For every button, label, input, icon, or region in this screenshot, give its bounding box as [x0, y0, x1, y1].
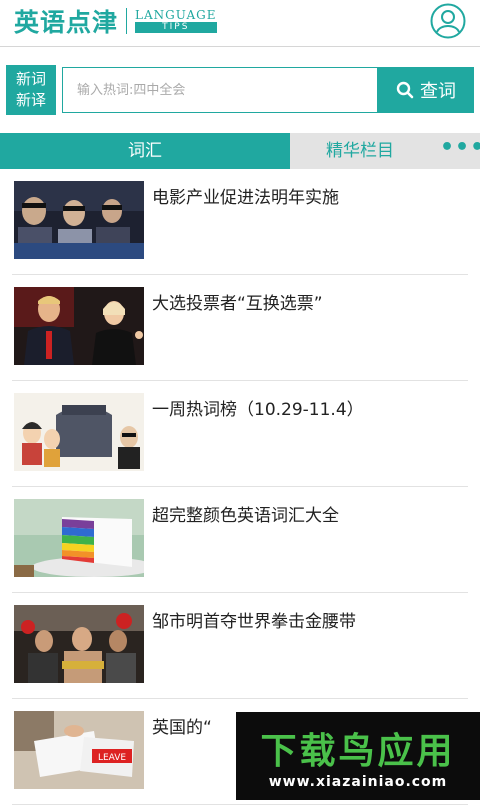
tab-featured[interactable]: 精华栏目: [290, 133, 430, 169]
article-title: 一周热词榜（10.29-11.4）: [152, 400, 364, 420]
app-header: 英语点津 LANGUAGE TIPS: [0, 0, 480, 47]
cartoon-illustration: [14, 393, 144, 471]
watermark-url: www.xiazainiao.com: [268, 774, 448, 790]
list-item[interactable]: 邹市明首夺世界拳击金腰带: [12, 593, 468, 699]
article-title: 英国的“: [152, 718, 212, 738]
article-title: 大选投票者“互换选票”: [152, 294, 323, 314]
search-button-label: 查词: [420, 81, 456, 102]
logo-en-line1: LANGUAGE: [135, 8, 217, 22]
new-words-tag[interactable]: 新词 新译: [6, 65, 56, 115]
tag-line1: 新词: [15, 70, 46, 88]
app-logo[interactable]: 英语点津 LANGUAGE TIPS: [14, 4, 217, 38]
cinema-audience-photo: [14, 181, 144, 259]
tab-vocabulary[interactable]: 词汇: [0, 133, 290, 169]
list-item[interactable]: 大选投票者“互换选票”: [12, 275, 468, 381]
boxing-champion-photo: [14, 605, 144, 683]
logo-cn-text: 英语点津: [14, 8, 119, 37]
more-icon[interactable]: •••: [440, 133, 480, 169]
search-bar: 新词 新译 查词: [6, 65, 474, 115]
tag-line2: 新译: [15, 91, 46, 109]
watermark-banner: 下载鸟应用 www.xiazainiao.com: [236, 712, 480, 800]
candidates-debate-photo: [14, 287, 144, 365]
leave-ballot-photo: LEAVE: [14, 711, 144, 789]
tab-bar: 词汇 精华栏目 •••: [0, 133, 480, 169]
logo-en-line2: TIPS: [135, 22, 217, 33]
list-item[interactable]: 一周热词榜（10.29-11.4）: [12, 381, 468, 487]
logo-divider: [126, 8, 128, 34]
list-item[interactable]: 电影产业促进法明年实施: [12, 169, 468, 275]
article-title: 电影产业促进法明年实施: [152, 188, 339, 208]
article-title: 超完整颜色英语词汇大全: [152, 506, 339, 526]
watermark-cn: 下载鸟应用: [260, 731, 456, 772]
user-avatar-icon[interactable]: [430, 3, 466, 39]
logo-en: LANGUAGE TIPS: [135, 8, 217, 33]
leave-sign-text: LEAVE: [98, 753, 126, 763]
search-button[interactable]: 查词: [378, 67, 474, 113]
article-title: 邹市明首夺世界拳击金腰带: [152, 612, 356, 632]
search-icon: [396, 81, 414, 99]
search-input-box: [62, 67, 378, 113]
list-item[interactable]: 超完整颜色英语词汇大全: [12, 487, 468, 593]
rainbow-cake-photo: [14, 499, 144, 577]
article-list: 电影产业促进法明年实施 大选投票者“互换选票” 一周热词榜（10.29-11.4…: [0, 169, 480, 805]
search-input[interactable]: [63, 68, 367, 112]
